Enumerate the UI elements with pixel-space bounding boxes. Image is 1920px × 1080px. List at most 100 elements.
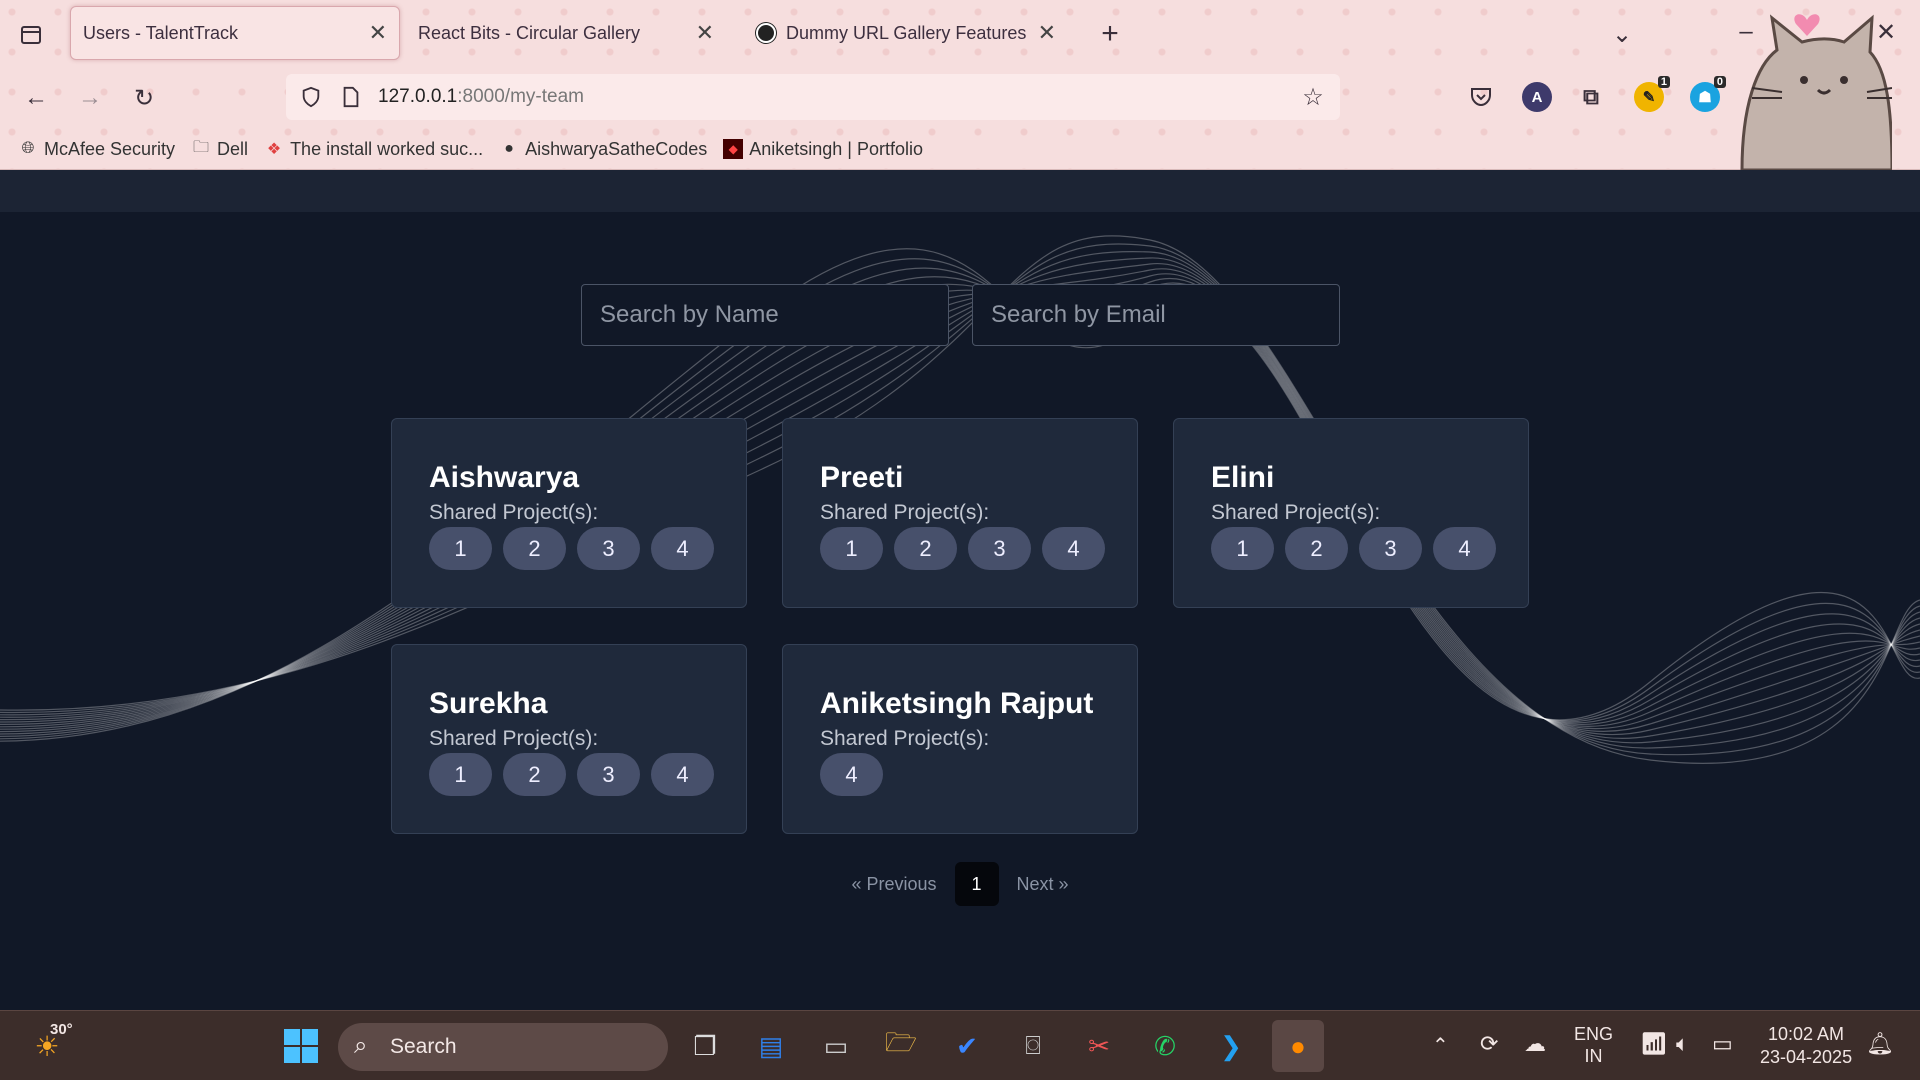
vscode-icon[interactable]: ❯ bbox=[1210, 1025, 1252, 1067]
member-card[interactable]: Aishwarya Shared Project(s): 1 2 3 4 bbox=[391, 418, 747, 608]
new-tab-icon[interactable]: + bbox=[1092, 16, 1128, 52]
project-badge[interactable]: 4 bbox=[651, 753, 714, 796]
wifi-icon[interactable]: 📶︎ bbox=[1640, 1031, 1668, 1057]
browser-chrome: Users - TalentTrack ✕ React Bits - Circu… bbox=[0, 0, 1920, 170]
project-badge[interactable]: 4 bbox=[651, 527, 714, 570]
project-badge[interactable]: 1 bbox=[429, 753, 492, 796]
project-badge[interactable]: 3 bbox=[968, 527, 1031, 570]
previous-page-link[interactable]: « Previous bbox=[851, 874, 936, 895]
member-name: Surekha bbox=[429, 687, 548, 720]
extension-badge: 0 bbox=[1713, 76, 1726, 88]
extension-icon-1[interactable]: ✎ 1 bbox=[1634, 76, 1670, 112]
language-indicator[interactable]: ENG IN bbox=[1574, 1023, 1613, 1067]
profile-avatar[interactable]: A bbox=[1522, 82, 1552, 112]
extension-icon-2[interactable]: ☗ 0 bbox=[1690, 76, 1726, 112]
tab-dummy-url-gallery[interactable]: Dummy URL Gallery Features ✕ bbox=[744, 6, 1068, 60]
laravel-icon: ❖ bbox=[266, 141, 282, 158]
page-info-icon[interactable] bbox=[336, 82, 366, 112]
current-page-number[interactable]: 1 bbox=[954, 862, 999, 906]
project-badge[interactable]: 3 bbox=[577, 527, 640, 570]
pocket-icon[interactable] bbox=[1466, 82, 1496, 112]
bookmark-label: AishwaryaSatheCodes bbox=[525, 138, 708, 159]
onedrive-cloud-icon[interactable]: ☁ bbox=[1524, 1031, 1546, 1057]
close-icon[interactable]: ✕ bbox=[369, 20, 387, 46]
shared-projects-label: Shared Project(s): bbox=[1211, 501, 1381, 524]
address-bar[interactable]: 127.0.0.1:8000/my-team ☆ bbox=[286, 74, 1340, 120]
taskbar-search-box[interactable]: ⌕ Search bbox=[338, 1023, 668, 1071]
pocket-svg bbox=[1471, 88, 1491, 107]
search-by-name-input[interactable] bbox=[581, 284, 949, 346]
battery-icon[interactable]: ▭ bbox=[1712, 1031, 1733, 1057]
url-host: 127.0.0.1 bbox=[378, 86, 458, 107]
project-badge[interactable]: 1 bbox=[820, 527, 883, 570]
project-badge[interactable]: 4 bbox=[1433, 527, 1496, 570]
task-view-icon[interactable]: ❐ bbox=[684, 1025, 726, 1067]
shield-icon[interactable] bbox=[296, 82, 326, 112]
tab-overview-svg bbox=[21, 26, 41, 44]
region-code: IN bbox=[1584, 1046, 1603, 1066]
member-card[interactable]: Aniketsingh Rajput Shared Project(s): 4 bbox=[782, 644, 1138, 834]
notepad-icon[interactable]: ▤ bbox=[750, 1025, 792, 1067]
member-card[interactable]: Surekha Shared Project(s): 1 2 3 4 bbox=[391, 644, 747, 834]
close-icon[interactable]: ✕ bbox=[696, 20, 714, 46]
tab-users-talenttrack[interactable]: Users - TalentTrack ✕ bbox=[70, 6, 400, 60]
close-icon[interactable]: ✕ bbox=[1038, 20, 1056, 46]
member-name: Preeti bbox=[820, 461, 904, 494]
firefox-icon[interactable]: ● bbox=[1272, 1020, 1324, 1072]
volume-icon[interactable]: 🔈︎ bbox=[1676, 1031, 1689, 1057]
bookmark-star-icon[interactable]: ☆ bbox=[1298, 82, 1328, 112]
camera-icon[interactable]: ⌼ bbox=[1012, 1025, 1054, 1067]
list-tabs-chevron-icon[interactable]: ⌄ bbox=[1606, 18, 1638, 50]
tab-react-bits[interactable]: React Bits - Circular Gallery ✕ bbox=[406, 6, 726, 60]
clock-time: 10:02 AM bbox=[1768, 1024, 1845, 1044]
folder-icon: 🗀 bbox=[193, 138, 210, 156]
file-explorer-icon[interactable]: 🗁 bbox=[880, 1025, 922, 1067]
reload-icon[interactable]: ↻ bbox=[126, 80, 162, 116]
search-icon: ⌕ bbox=[354, 1032, 368, 1059]
globe-icon: 🌐︎ bbox=[21, 140, 35, 157]
project-badge[interactable]: 2 bbox=[1285, 527, 1348, 570]
member-card[interactable]: Preeti Shared Project(s): 1 2 3 4 bbox=[782, 418, 1138, 608]
project-pills: 4 bbox=[820, 753, 883, 796]
tab-overview-icon[interactable] bbox=[14, 18, 48, 52]
project-badge[interactable]: 2 bbox=[894, 527, 957, 570]
clock[interactable]: 10:02 AM 23-04-2025 bbox=[1760, 1023, 1852, 1069]
todo-check-icon[interactable]: ✔ bbox=[946, 1025, 988, 1067]
notifications-bell-icon[interactable]: 🔔︎ bbox=[1866, 1031, 1894, 1057]
tab-bar: Users - TalentTrack ✕ React Bits - Circu… bbox=[0, 0, 1920, 66]
project-badge[interactable]: 2 bbox=[503, 753, 566, 796]
project-badge[interactable]: 1 bbox=[1211, 527, 1274, 570]
search-by-email-input[interactable] bbox=[972, 284, 1340, 346]
pagination: « Previous 1 Next » bbox=[0, 862, 1920, 906]
project-badge[interactable]: 1 bbox=[429, 527, 492, 570]
project-badge[interactable]: 3 bbox=[1359, 527, 1422, 570]
back-arrow-icon[interactable]: ← bbox=[18, 80, 54, 116]
project-badge[interactable]: 4 bbox=[820, 753, 883, 796]
extensions-puzzle-icon[interactable]: ⧉ bbox=[1576, 82, 1606, 112]
shared-projects-label: Shared Project(s): bbox=[820, 501, 990, 524]
member-card[interactable]: Elini Shared Project(s): 1 2 3 4 bbox=[1173, 418, 1529, 608]
terminal-icon[interactable]: ▭ bbox=[815, 1025, 857, 1067]
bookmark-portfolio[interactable]: ◆ Aniketsingh | Portfolio bbox=[723, 139, 923, 160]
windows-start-icon[interactable] bbox=[280, 1025, 322, 1067]
url-text[interactable]: 127.0.0.1:8000/my-team bbox=[378, 86, 584, 108]
member-name: Aniketsingh Rajput bbox=[820, 687, 1094, 720]
bookmark-install-worked[interactable]: ❖ The install worked suc... bbox=[264, 139, 483, 160]
bookmark-label: Dell bbox=[217, 138, 249, 159]
taskbar-search-label: Search bbox=[390, 1035, 457, 1058]
clock-date: 23-04-2025 bbox=[1760, 1047, 1853, 1067]
snipping-tool-icon[interactable]: ✂ bbox=[1078, 1025, 1120, 1067]
show-hidden-icons-chevron-icon[interactable]: ⌃ bbox=[1432, 1033, 1449, 1058]
project-badge[interactable]: 3 bbox=[577, 753, 640, 796]
project-badge[interactable]: 4 bbox=[1042, 527, 1105, 570]
bookmark-github[interactable]: ● AishwaryaSatheCodes bbox=[499, 139, 707, 160]
shared-projects-label: Shared Project(s): bbox=[429, 501, 599, 524]
next-page-link[interactable]: Next » bbox=[1017, 874, 1069, 895]
forward-arrow-icon[interactable]: → bbox=[72, 80, 108, 116]
bookmark-dell[interactable]: 🗀 Dell bbox=[191, 139, 248, 160]
project-badge[interactable]: 2 bbox=[503, 527, 566, 570]
member-name: Elini bbox=[1211, 461, 1275, 494]
bookmark-mcafee[interactable]: 🌐︎ McAfee Security bbox=[18, 139, 175, 160]
whatsapp-icon[interactable]: ✆ bbox=[1144, 1025, 1186, 1067]
sync-icon[interactable]: ⟳ bbox=[1480, 1031, 1498, 1057]
